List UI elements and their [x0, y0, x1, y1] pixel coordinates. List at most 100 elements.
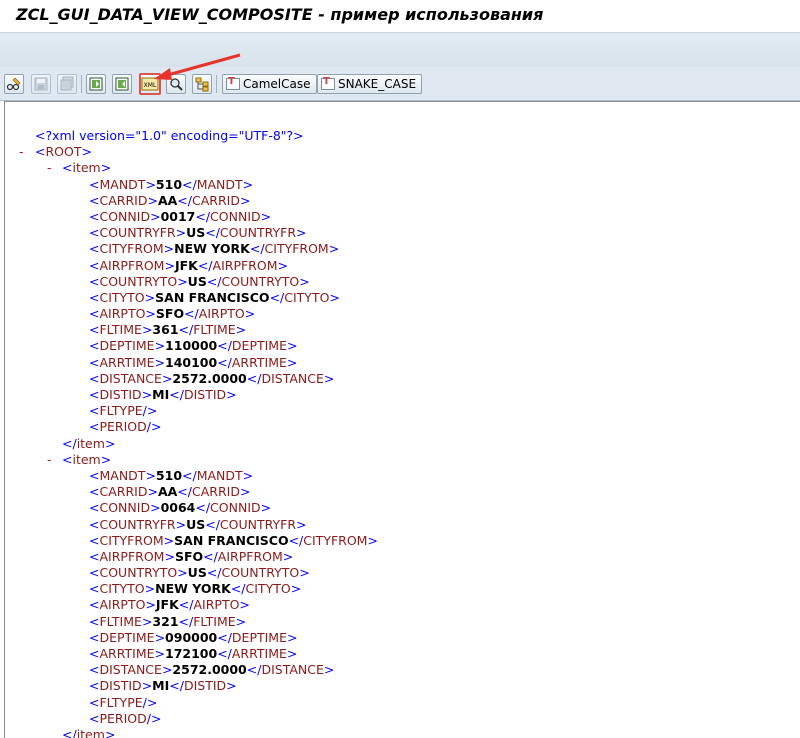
- item-close-line: </item>: [5, 436, 795, 452]
- tag-name: ARRTIME: [99, 646, 155, 661]
- tag-bracket: <: [35, 144, 46, 160]
- tag-bracket: >: [282, 548, 294, 564]
- tag-bracket: </: [288, 532, 304, 548]
- xml-field-line: <AIRPFROM>SFO</AIRPFROM>: [5, 549, 795, 565]
- xml-field-line: <DISTID>MI</DISTID>: [5, 387, 795, 403]
- xml-field-line: <CARRID>AA</CARRID>: [5, 484, 795, 500]
- snakecase-button[interactable]: SNAKE_CASE: [317, 74, 423, 94]
- tag-bracket: <: [89, 354, 100, 370]
- field-value: JFK: [155, 597, 179, 613]
- display-change-button[interactable]: [4, 74, 24, 94]
- tag-name: CITYFROM: [99, 532, 164, 548]
- xml-field-line: <COUNTRYTO>US</COUNTRYTO>: [5, 274, 795, 290]
- xml-field-line: <PERIOD/>: [5, 419, 795, 435]
- xml-field-line: <PERIOD/>: [5, 711, 795, 727]
- tag-bracket: >: [141, 387, 153, 402]
- field-value: SFO: [174, 548, 204, 564]
- tag-name: COUNTRYTO: [221, 565, 300, 581]
- save-button[interactable]: [31, 74, 51, 94]
- tag-bracket: </: [177, 192, 192, 208]
- tag-bracket: >: [260, 500, 272, 516]
- xml-field-line: <FLTYPE/>: [5, 403, 795, 419]
- collapse-toggle[interactable]: -: [47, 452, 52, 468]
- tag-bracket: <: [89, 289, 100, 305]
- tag-bracket: >: [235, 322, 247, 338]
- tag-bracket: </: [182, 467, 197, 483]
- field-value: 110000: [165, 338, 218, 354]
- tag-bracket: >: [104, 435, 116, 451]
- xml-field-line: <AIRPFROM>JFK</AIRPFROM>: [5, 258, 795, 274]
- xml-field-line: <CITYTO>SAN FRANCISCO</CITYTO>: [5, 290, 795, 306]
- tag-bracket: </: [249, 241, 265, 257]
- tag-bracket: >: [100, 451, 112, 467]
- tag-bracket: >: [239, 484, 251, 500]
- import-button[interactable]: [112, 74, 132, 94]
- tag-bracket: </: [178, 322, 194, 338]
- tag-bracket: <: [89, 387, 100, 402]
- tag-bracket: <: [62, 160, 73, 176]
- tag-name: CONNID: [210, 500, 261, 516]
- tag-name: COUNTRYFR: [219, 516, 297, 532]
- tag-name: COUNTRYTO: [99, 565, 178, 581]
- tag-bracket: >: [226, 387, 237, 402]
- tag-bracket: >: [323, 370, 335, 386]
- field-value: MI: [152, 678, 170, 694]
- tag-bracket: </: [206, 565, 222, 581]
- tag-bracket: >: [161, 662, 173, 678]
- tag-name: FLTYPE: [99, 403, 143, 419]
- xml-field-line: <FLTIME>321</FLTIME>: [5, 614, 795, 630]
- tag-bracket: </: [62, 726, 77, 738]
- tag-bracket: >: [287, 338, 298, 354]
- tag-name: CITYTO: [284, 289, 330, 305]
- collapse-toggle[interactable]: -: [19, 144, 24, 160]
- tag-bracket: >: [242, 467, 254, 483]
- tag-bracket: <: [89, 581, 100, 597]
- tag-bracket: </: [197, 257, 213, 273]
- tag-bracket: </: [182, 176, 197, 192]
- tag-name: CARRID: [99, 192, 148, 208]
- tag-bracket: </: [169, 387, 184, 402]
- tag-bracket: >: [154, 646, 165, 661]
- tag-bracket: >: [104, 726, 116, 738]
- tag-bracket: >: [175, 225, 187, 241]
- field-value: 361: [152, 322, 179, 338]
- tag-bracket: </: [246, 370, 262, 386]
- tag-bracket: <: [89, 500, 100, 516]
- tag-bracket: >: [144, 289, 156, 305]
- tag-bracket: <: [89, 629, 100, 645]
- tag-name: DISTANCE: [261, 370, 324, 386]
- tag-bracket: <: [89, 532, 100, 548]
- tag-name: DISTID: [183, 387, 227, 402]
- tag-bracket: >: [145, 467, 156, 483]
- tag-bracket: >: [145, 597, 156, 613]
- tag-bracket: <: [89, 225, 100, 241]
- tag-name: FLTIME: [193, 322, 236, 338]
- xml-declaration: <?xml version="1.0" encoding="UTF-8"?>: [5, 128, 795, 144]
- collapse-toggle[interactable]: -: [47, 160, 52, 176]
- title-bar: ZCL_GUI_DATA_VIEW_COMPOSITE - пример исп…: [0, 0, 800, 32]
- toolbar-separator: [81, 75, 82, 93]
- pencil-glasses-icon: [6, 77, 21, 91]
- xml-field-line: <CARRID>AA</CARRID>: [5, 193, 795, 209]
- xml-field-line: <DEPTIME>090000</DEPTIME>: [5, 630, 795, 646]
- xml-field-line: <ARRTIME>140100</ARRTIME>: [5, 355, 795, 371]
- tag-name: DISTANCE: [261, 662, 324, 678]
- tag-bracket: <: [89, 306, 100, 322]
- tag-bracket: <: [89, 662, 100, 678]
- xml-field-line: <DISTANCE>2572.0000</DISTANCE>: [5, 371, 795, 387]
- field-value: 321: [152, 613, 179, 629]
- tag-bracket: >: [145, 176, 156, 192]
- save-as-button[interactable]: [57, 74, 77, 94]
- tag-bracket: <: [89, 419, 100, 435]
- tag-bracket: </: [62, 435, 77, 451]
- xml-viewer[interactable]: <?xml version="1.0" encoding="UTF-8"?> - <…: [4, 101, 800, 738]
- xml-field-line: <CITYTO>NEW YORK</CITYTO>: [5, 581, 795, 597]
- export-button[interactable]: [86, 74, 106, 94]
- tag-bracket: <: [89, 370, 100, 386]
- tag-bracket: <: [62, 451, 73, 467]
- tag-bracket: </: [269, 289, 285, 305]
- tag-bracket: >: [141, 322, 153, 338]
- field-value: US: [186, 225, 206, 241]
- tag-bracket: <: [89, 613, 100, 629]
- item-close-line: </item>: [5, 727, 795, 738]
